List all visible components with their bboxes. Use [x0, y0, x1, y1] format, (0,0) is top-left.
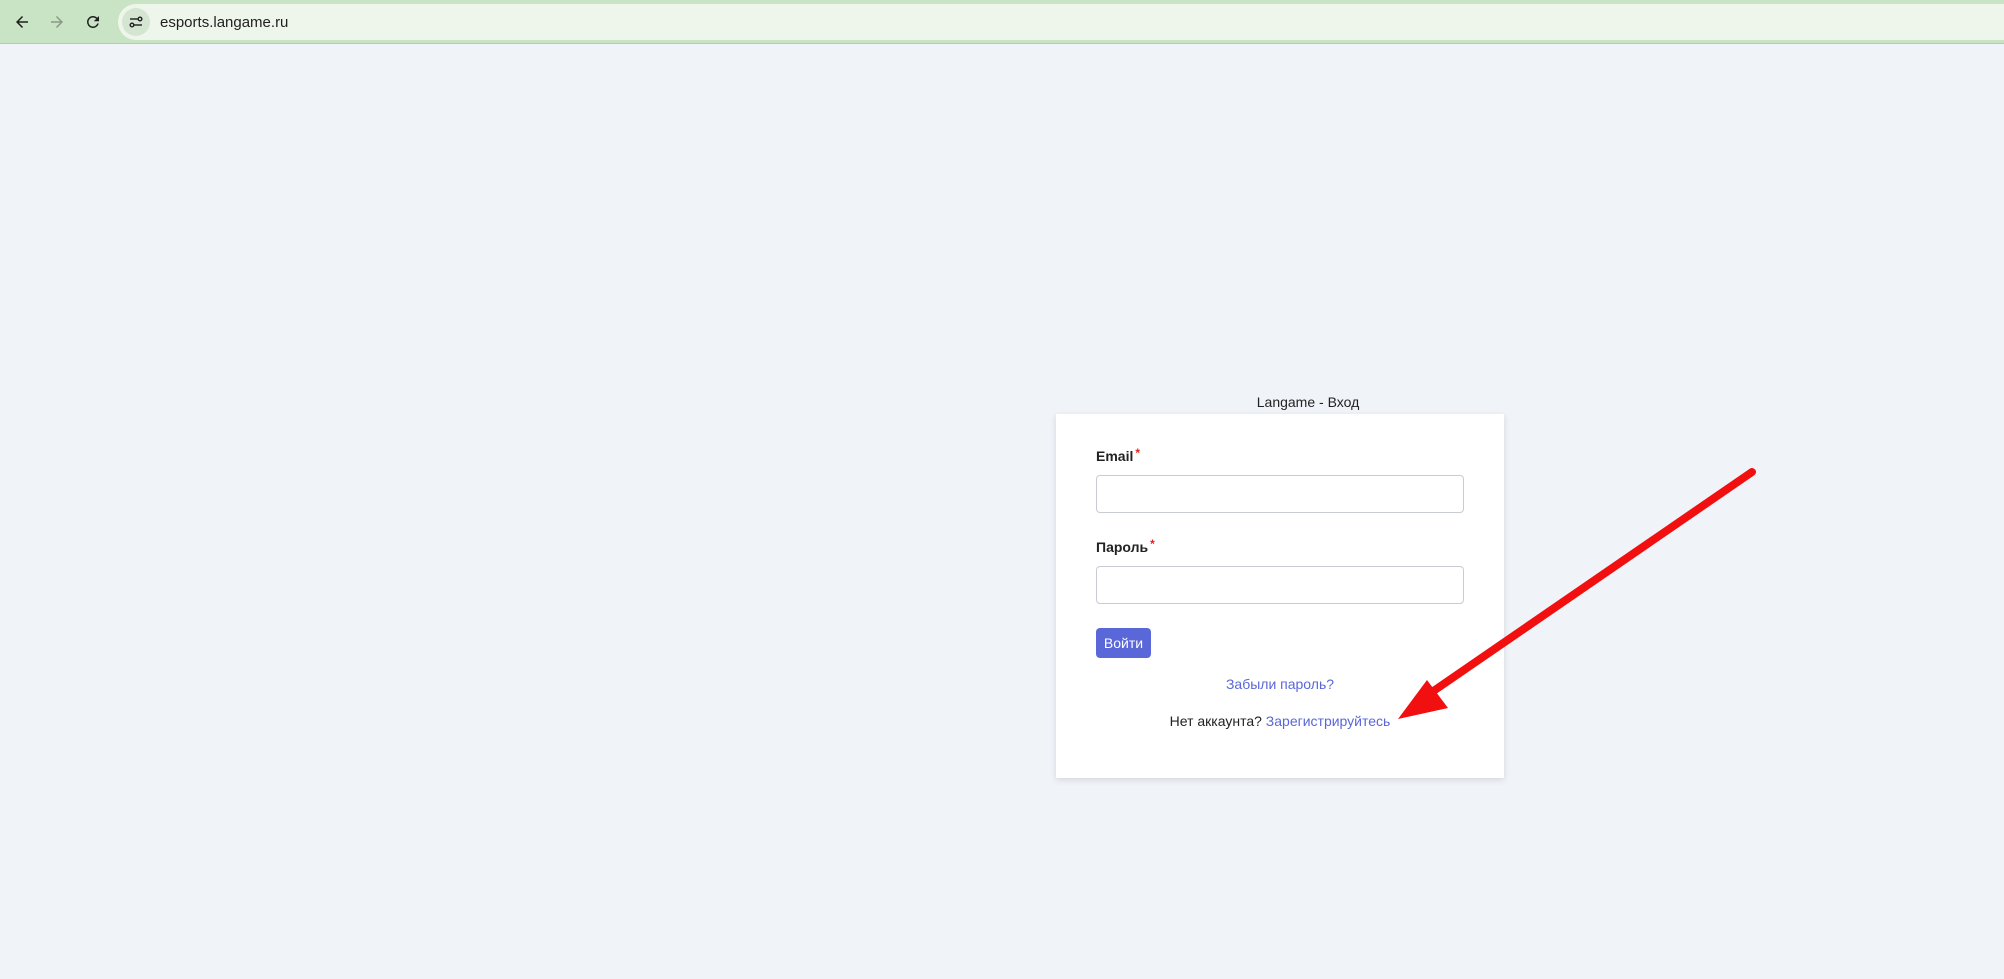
- password-label-text: Пароль: [1096, 539, 1149, 555]
- register-link[interactable]: Зарегистрируйтесь: [1266, 713, 1391, 729]
- register-prompt: Нет аккаунта? Зарегистрируйтесь: [1056, 713, 1504, 729]
- forward-arrow-icon: [51, 16, 63, 28]
- email-label: Email *: [1096, 446, 1141, 464]
- login-button[interactable]: Войти: [1096, 628, 1151, 658]
- password-field[interactable]: [1096, 566, 1464, 604]
- email-field[interactable]: [1096, 475, 1464, 513]
- browser-toolbar: esports.langame.ru: [0, 0, 2004, 44]
- reload-icon: [86, 15, 99, 28]
- site-info-button[interactable]: [122, 8, 150, 36]
- no-account-text: Нет аккаунта?: [1169, 713, 1262, 729]
- reload-button[interactable]: [77, 6, 109, 38]
- password-label: Пароль *: [1096, 537, 1155, 555]
- login-form: Email * Пароль * Войти Забыли пароль? Нет …: [1056, 414, 1504, 778]
- email-label-text: Email: [1096, 448, 1134, 464]
- forgot-password-link[interactable]: Забыли пароль?: [1056, 676, 1504, 692]
- back-arrow-icon: [16, 16, 28, 28]
- required-mark: *: [1150, 537, 1155, 551]
- annotation-arrow: [1398, 468, 1756, 719]
- required-mark: *: [1135, 446, 1141, 460]
- page-title: Langame - Вход: [1256, 394, 1360, 410]
- back-button[interactable]: [6, 6, 38, 38]
- site-settings-icon: [129, 16, 143, 28]
- forward-button[interactable]: [41, 6, 73, 38]
- url-text: esports.langame.ru: [160, 13, 289, 31]
- address-bar[interactable]: esports.langame.ru: [118, 4, 2004, 40]
